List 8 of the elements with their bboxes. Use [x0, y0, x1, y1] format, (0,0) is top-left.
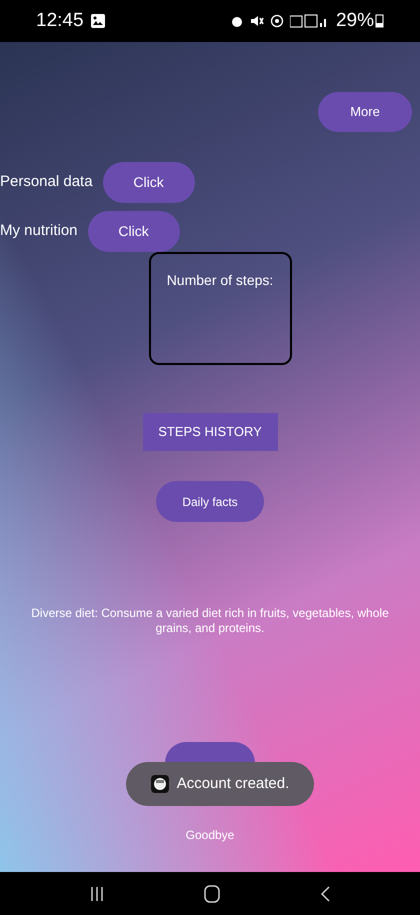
- clock: 12:45: [36, 8, 84, 33]
- battery-level: 29%: [336, 8, 374, 33]
- row-label: Personal data: [0, 172, 93, 192]
- fact-text: Diverse diet: Consume a varied diet rich in fruits, vegetables, whole grains, and proteins.: [30, 606, 390, 636]
- toast-message: Account created.: [176, 774, 290, 794]
- row-label: My nutrition: [0, 221, 78, 242]
- steps-label: Number of steps:: [166, 271, 274, 290]
- goodbye-text: Goodbye: [186, 827, 234, 844]
